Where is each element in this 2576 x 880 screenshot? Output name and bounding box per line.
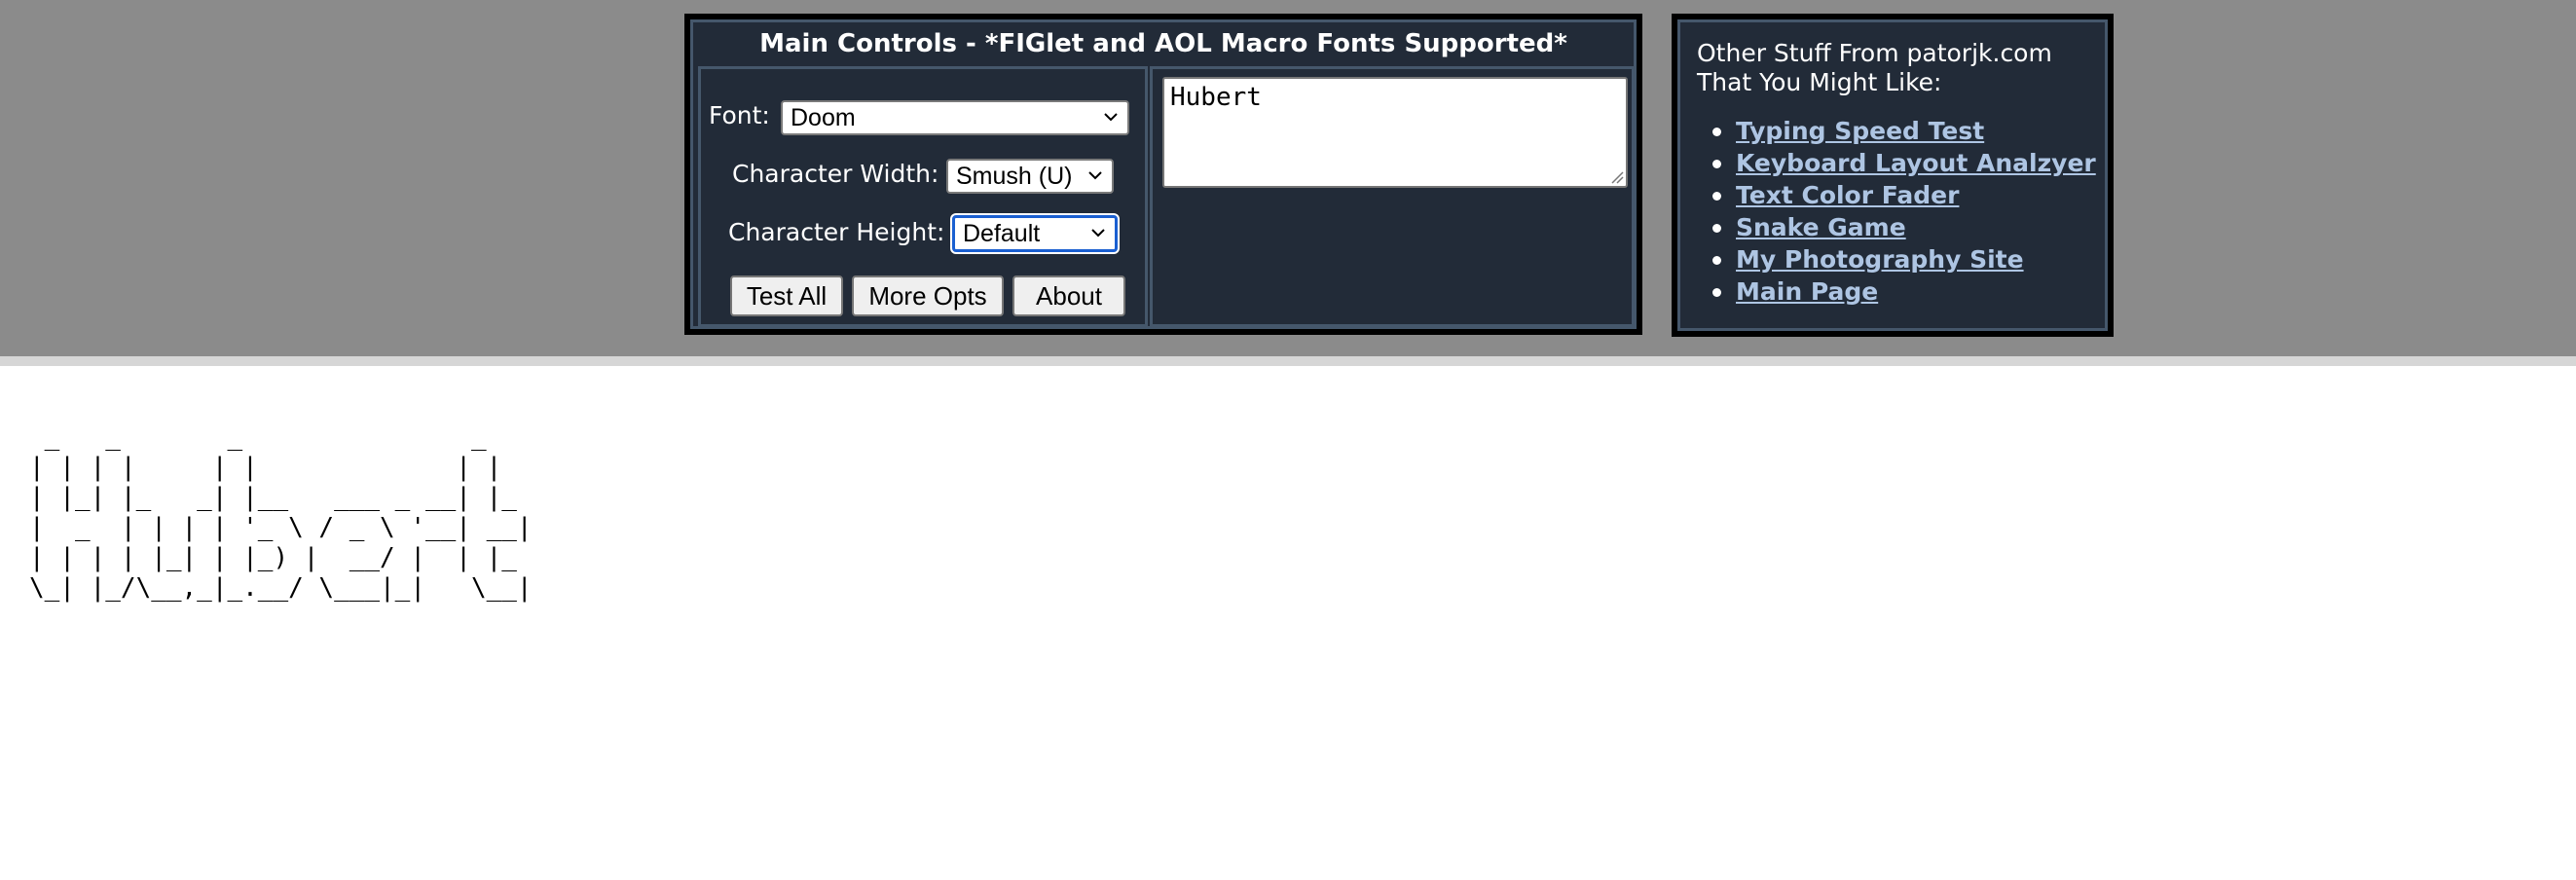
main-controls-title: Main Controls - *FIGlet and AOL Macro Fo… <box>759 29 1567 58</box>
bullet-icon <box>1712 128 1721 136</box>
char-height-value: Default <box>963 220 1041 247</box>
band-divider <box>0 356 2576 366</box>
ascii-output: _ _ _ _ | | | | | | | | | |_| |_ _| |__ … <box>29 422 533 603</box>
char-height-select[interactable]: Default <box>952 215 1118 252</box>
link-snake-game[interactable]: Snake Game <box>1736 213 1906 241</box>
test-all-button[interactable]: Test All <box>730 275 843 316</box>
font-label: Font: <box>709 101 770 129</box>
text-input-value: Hubert <box>1170 83 1262 112</box>
bullet-icon <box>1712 192 1721 201</box>
text-input-section: Hubert <box>1150 66 1635 327</box>
other-stuff-heading: Other Stuff From patorjk.com That You Mi… <box>1697 39 2106 97</box>
chevron-down-icon <box>1091 229 1105 238</box>
link-text-color-fader[interactable]: Text Color Fader <box>1736 181 1959 209</box>
list-item: My Photography Site <box>1697 243 2096 275</box>
font-select[interactable]: Doom <box>781 100 1129 135</box>
options-section: Font: Doom Character Width: Smush (U) Ch… <box>698 66 1148 327</box>
bullet-icon <box>1712 160 1721 168</box>
link-typing-speed-test[interactable]: Typing Speed Test <box>1736 117 1984 145</box>
char-width-select[interactable]: Smush (U) <box>946 159 1114 194</box>
other-stuff-heading-line1: Other Stuff From patorjk.com <box>1697 39 2052 67</box>
other-stuff-heading-line2: That You Might Like: <box>1697 68 1942 96</box>
link-main-page[interactable]: Main Page <box>1736 277 1878 306</box>
link-keyboard-layout-analyzer[interactable]: Keyboard Layout Analzyer <box>1736 149 2096 177</box>
resize-grip-icon[interactable] <box>1608 168 1624 184</box>
char-height-label: Character Height: <box>728 218 945 246</box>
text-input[interactable]: Hubert <box>1162 77 1628 188</box>
more-opts-button[interactable]: More Opts <box>852 275 1004 316</box>
bullet-icon <box>1712 224 1721 233</box>
link-photography-site[interactable]: My Photography Site <box>1736 245 2024 274</box>
other-stuff-panel: Other Stuff From patorjk.com That You Mi… <box>1672 14 2114 337</box>
list-item: Snake Game <box>1697 211 2096 243</box>
char-width-value: Smush (U) <box>956 163 1073 190</box>
bullet-icon <box>1712 288 1721 297</box>
list-item: Main Page <box>1697 275 2096 308</box>
char-width-label: Character Width: <box>732 160 939 188</box>
other-stuff-links: Typing Speed Test Keyboard Layout Analzy… <box>1697 115 2096 308</box>
list-item: Typing Speed Test <box>1697 115 2096 147</box>
chevron-down-icon <box>1088 171 1102 180</box>
bullet-icon <box>1712 256 1721 265</box>
chevron-down-icon <box>1104 113 1118 122</box>
list-item: Keyboard Layout Analzyer <box>1697 147 2096 179</box>
list-item: Text Color Fader <box>1697 179 2096 211</box>
font-select-value: Doom <box>791 104 856 131</box>
main-controls-panel: Main Controls - *FIGlet and AOL Macro Fo… <box>684 14 1642 335</box>
about-button[interactable]: About <box>1012 275 1125 316</box>
